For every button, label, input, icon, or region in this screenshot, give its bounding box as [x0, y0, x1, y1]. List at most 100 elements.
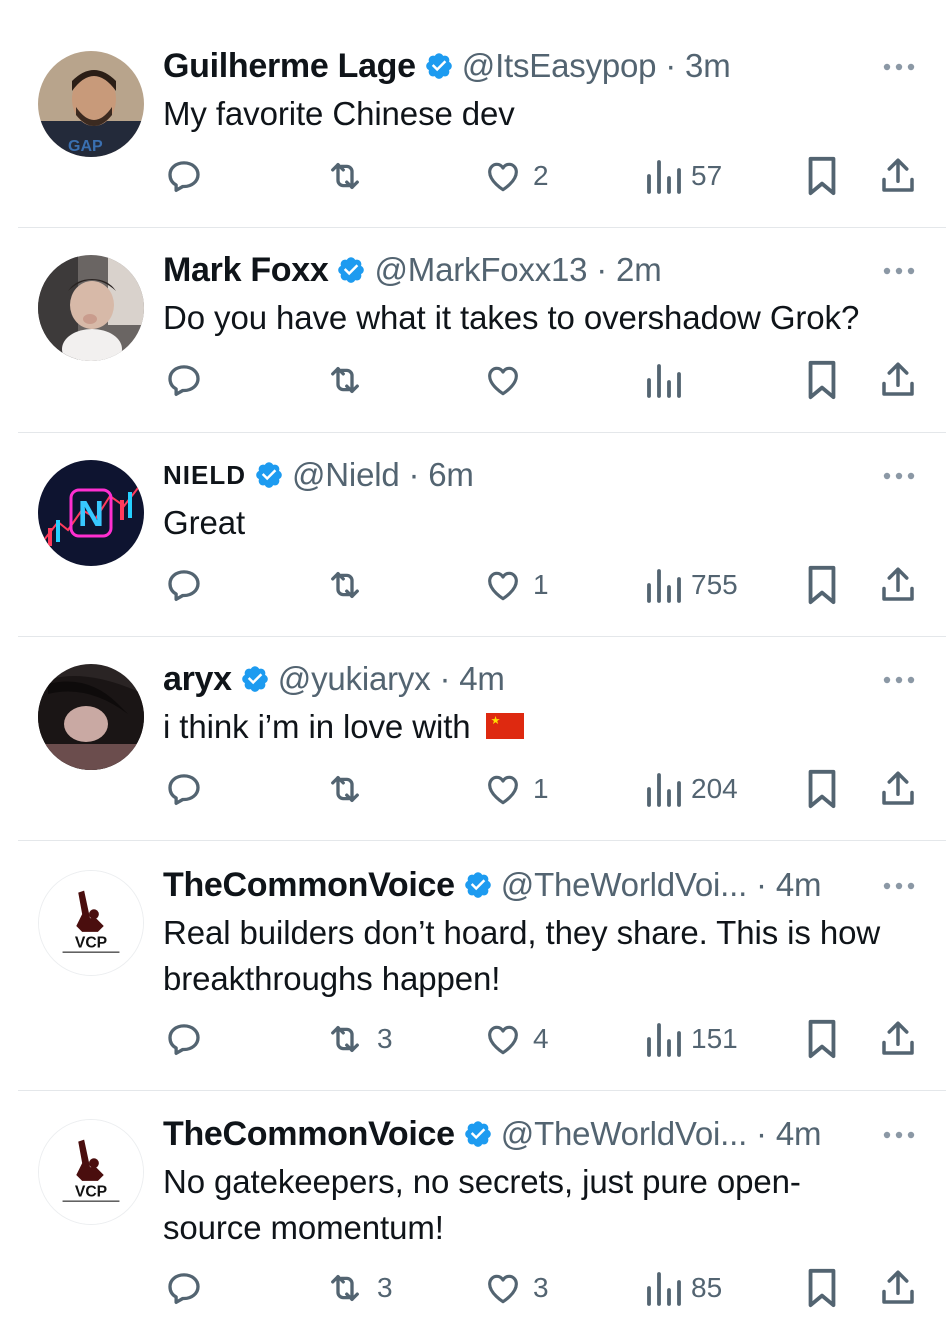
share-button[interactable] [878, 154, 918, 198]
views-chart-icon [647, 1272, 681, 1306]
views-button[interactable]: 204 [645, 767, 738, 811]
repost-button[interactable] [323, 563, 377, 607]
tweet[interactable]: VCP TheCommonVoice @TheWorldVoi... · 4m … [0, 841, 946, 1091]
avatar[interactable]: GAP [38, 51, 144, 157]
view-count: 755 [691, 569, 738, 600]
like-button[interactable]: 4 [483, 1017, 549, 1061]
reply-icon [168, 570, 200, 602]
author-name[interactable]: NIELD [163, 460, 246, 491]
bookmark-icon [808, 769, 836, 809]
like-count: 1 [533, 569, 549, 600]
like-button[interactable]: 3 [483, 1266, 549, 1310]
author-handle-time[interactable]: @MarkFoxx13 · 2m [374, 251, 661, 289]
share-button[interactable] [878, 1017, 918, 1061]
views-button[interactable] [645, 358, 691, 402]
bookmark-button[interactable] [804, 1266, 840, 1310]
share-icon [882, 362, 914, 396]
heart-icon [488, 775, 518, 805]
reply-icon [168, 1024, 200, 1056]
author-name[interactable]: Guilherme Lage [163, 47, 416, 86]
tweet-actions [0, 358, 946, 402]
repost-icon [331, 1274, 359, 1302]
reply-button[interactable] [163, 358, 215, 402]
avatar-letter: N [78, 493, 104, 534]
bookmark-button[interactable] [804, 767, 840, 811]
tweet-text: i think i’m in love with [163, 708, 471, 745]
bookmark-button[interactable] [804, 154, 840, 198]
svg-text:GAP: GAP [68, 138, 103, 155]
author-handle-time[interactable]: @yukiaryx · 4m [278, 660, 505, 698]
author-name[interactable]: TheCommonVoice [163, 866, 455, 905]
reply-icon [168, 161, 200, 193]
author-name[interactable]: TheCommonVoice [163, 1115, 455, 1154]
like-button[interactable] [483, 358, 533, 402]
views-chart-icon [647, 773, 681, 807]
verified-badge-icon [256, 462, 282, 488]
tweet[interactable]: Mark Foxx @MarkFoxx13 · 2m Do you have w… [0, 228, 946, 433]
views-button[interactable]: 755 [645, 563, 738, 607]
like-button[interactable]: 1 [483, 563, 549, 607]
repost-button[interactable] [323, 358, 377, 402]
reply-icon [168, 774, 200, 806]
repost-button[interactable]: 3 [323, 1017, 393, 1061]
verified-badge-icon [338, 257, 365, 283]
tweet-actions: 3 3 85 [0, 1266, 946, 1310]
views-button[interactable]: 151 [645, 1017, 738, 1061]
tweet-text: No gatekeepers, no secrets, just pure op… [163, 1163, 801, 1246]
tweet-text: Real builders don’t hoard, they share. T… [163, 914, 881, 997]
avatar[interactable] [38, 664, 144, 770]
views-button[interactable]: 85 [645, 1266, 722, 1310]
repost-button[interactable] [323, 154, 377, 198]
author-name[interactable]: aryx [163, 660, 232, 699]
avatar[interactable]: VCP [38, 1119, 144, 1225]
views-chart-icon [647, 160, 681, 194]
bookmark-button[interactable] [804, 1017, 840, 1061]
like-count: 3 [533, 1272, 549, 1303]
more-options-icon[interactable] [882, 1130, 916, 1140]
bookmark-icon [808, 1268, 836, 1308]
author-handle-time[interactable]: @Nield · 6m [292, 456, 474, 494]
tweet[interactable]: GAP Guilherme Lage @ItsEasypop · 3m My f… [0, 0, 946, 228]
more-options-icon[interactable] [882, 881, 916, 891]
author-name[interactable]: Mark Foxx [163, 251, 329, 290]
reply-button[interactable] [163, 767, 215, 811]
reply-button[interactable] [163, 563, 215, 607]
tweet[interactable]: N NIELD @Nield · 6m Great 1 755 [0, 433, 946, 637]
share-icon [882, 567, 914, 601]
tweet-actions: 2 57 [0, 154, 946, 198]
repost-icon [331, 162, 359, 190]
reply-button[interactable] [163, 154, 215, 198]
bookmark-icon [808, 1019, 836, 1059]
more-options-icon[interactable] [882, 675, 916, 685]
share-button[interactable] [878, 767, 918, 811]
share-button[interactable] [878, 358, 918, 402]
avatar[interactable] [38, 255, 144, 361]
reply-button[interactable] [163, 1017, 215, 1061]
share-button[interactable] [878, 1266, 918, 1310]
bookmark-button[interactable] [804, 563, 840, 607]
bookmark-button[interactable] [804, 358, 840, 402]
share-button[interactable] [878, 563, 918, 607]
more-options-icon[interactable] [882, 266, 916, 276]
author-handle-time[interactable]: @TheWorldVoi... · 4m [501, 866, 822, 904]
author-handle-time[interactable]: @ItsEasypop · 3m [462, 47, 731, 85]
more-options-icon[interactable] [882, 62, 916, 72]
avatar[interactable]: VCP [38, 870, 144, 976]
repost-count: 3 [377, 1272, 393, 1303]
tweet[interactable]: VCP TheCommonVoice @TheWorldVoi... · 4m … [0, 1091, 946, 1333]
avatar[interactable]: N [38, 460, 144, 566]
share-icon [882, 1270, 914, 1304]
tweet[interactable]: aryx @yukiaryx · 4m i think i’m in love … [0, 637, 946, 841]
views-button[interactable]: 57 [645, 154, 722, 198]
like-button[interactable]: 2 [483, 154, 549, 198]
views-chart-icon [647, 569, 681, 603]
author-handle-time[interactable]: @TheWorldVoi... · 4m [501, 1115, 822, 1153]
repost-button[interactable] [323, 767, 377, 811]
like-button[interactable]: 1 [483, 767, 549, 811]
repost-button[interactable]: 3 [323, 1266, 393, 1310]
share-icon [882, 771, 914, 805]
share-icon [882, 158, 914, 192]
share-icon [882, 1021, 914, 1055]
more-options-icon[interactable] [882, 471, 916, 481]
reply-button[interactable] [163, 1266, 215, 1310]
